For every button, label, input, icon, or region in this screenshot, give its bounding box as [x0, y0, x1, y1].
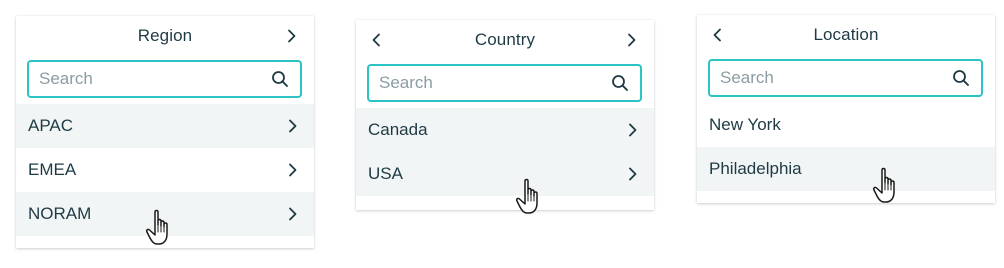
region-panel: Region APAC EMEA NORAM: [16, 16, 314, 248]
list-item-emea[interactable]: EMEA: [16, 148, 314, 192]
chevron-left-icon: [372, 33, 380, 47]
list-item-apac[interactable]: APAC: [16, 104, 314, 148]
location-search-input[interactable]: [720, 68, 951, 88]
list-item-label: Philadelphia: [709, 159, 802, 178]
list-item-canada[interactable]: Canada: [356, 108, 654, 152]
list-item-label: APAC: [28, 116, 74, 135]
list-item-new-york[interactable]: New York: [697, 103, 995, 147]
search-icon[interactable]: [951, 68, 971, 88]
country-search-box: [367, 64, 642, 102]
region-header: Region: [16, 16, 314, 56]
chevron-right-icon: [628, 33, 636, 47]
list-item-label: Canada: [368, 120, 428, 139]
list-item-label: NORAM: [28, 204, 92, 223]
chevron-right-icon: [286, 163, 300, 177]
location-back-button[interactable]: [703, 15, 731, 55]
chevron-right-icon: [626, 167, 640, 181]
list-item-philadelphia[interactable]: Philadelphia: [697, 147, 995, 191]
country-list: Canada USA: [356, 108, 654, 196]
country-panel: Country Canada USA: [356, 20, 654, 210]
location-header: Location: [697, 15, 995, 55]
location-list: New York Philadelphia: [697, 103, 995, 191]
list-item-noram[interactable]: NORAM: [16, 192, 314, 236]
chevron-right-icon: [288, 29, 296, 43]
search-icon[interactable]: [270, 69, 290, 89]
region-search-input[interactable]: [39, 69, 270, 89]
region-title: Region: [137, 26, 193, 45]
location-panel: Location New York Philadelphia: [697, 15, 995, 203]
country-title: Country: [474, 30, 536, 49]
chevron-right-icon: [286, 207, 300, 221]
list-item-label: New York: [709, 115, 781, 134]
list-item-label: USA: [368, 164, 403, 183]
region-forward-button[interactable]: [278, 16, 306, 56]
country-back-button[interactable]: [362, 20, 390, 60]
country-search-input[interactable]: [379, 73, 610, 93]
country-forward-button[interactable]: [618, 20, 646, 60]
search-icon[interactable]: [610, 73, 630, 93]
list-item-label: EMEA: [28, 160, 77, 179]
location-title: Location: [813, 25, 879, 44]
chevron-right-icon: [626, 123, 640, 137]
list-item-usa[interactable]: USA: [356, 152, 654, 196]
location-search-box: [708, 59, 983, 97]
region-search-box: [27, 60, 302, 98]
chevron-right-icon: [286, 119, 300, 133]
region-list: APAC EMEA NORAM: [16, 104, 314, 236]
chevron-left-icon: [713, 28, 721, 42]
country-header: Country: [356, 20, 654, 60]
